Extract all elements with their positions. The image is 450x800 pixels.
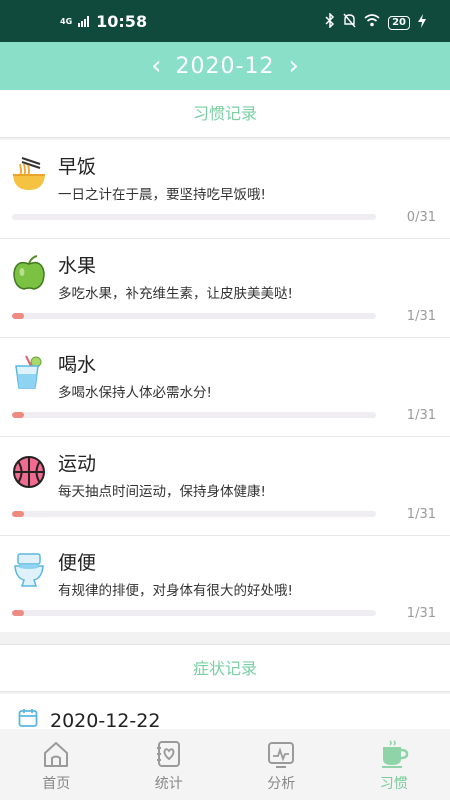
cup-icon xyxy=(381,740,409,768)
habit-description: 多吃水果，补充维生素，让皮肤美美哒! xyxy=(58,286,293,302)
habit-card-exercise[interactable]: 运动 每天抽点时间运动，保持身体健康! 1/31 xyxy=(0,437,450,536)
habit-progress-bar xyxy=(12,412,376,418)
habit-progress-bar xyxy=(12,313,376,319)
habit-progress-fill xyxy=(12,511,24,517)
bottom-tab-bar: 首页 统计 分析 习惯 xyxy=(0,729,450,800)
habit-progress-fill xyxy=(12,610,24,616)
habit-count: 1/31 xyxy=(406,309,436,324)
habit-card-bowel[interactable]: 便便 有规律的排便，对身体有很大的好处哦! 1/31 xyxy=(0,536,450,635)
mute-bell-icon xyxy=(343,13,356,32)
month-label: 2020-12 xyxy=(175,53,275,79)
habit-name: 运动 xyxy=(58,453,97,475)
habit-progress-bar xyxy=(12,610,376,616)
noodle-bowl-icon xyxy=(12,156,46,192)
tab-label: 习惯 xyxy=(379,776,408,792)
habit-card-fruit[interactable]: 水果 多吃水果，补充维生素，让皮肤美美哒! 1/31 xyxy=(0,239,450,338)
symptom-record-item[interactable]: 2020-12-22 xyxy=(0,694,450,734)
tab-label: 统计 xyxy=(154,776,183,792)
habit-description: 多喝水保持人体必需水分! xyxy=(58,385,212,401)
tab-home[interactable]: 首页 xyxy=(0,729,113,800)
wifi-icon xyxy=(364,14,380,31)
habit-description: 一日之计在于晨，要坚持吃早饭哦! xyxy=(58,187,266,203)
habit-progress-fill xyxy=(12,412,24,418)
status-bar: 4G 10:58 20 xyxy=(0,0,450,42)
status-time: 10:58 xyxy=(96,12,148,31)
habit-description: 有规律的排便，对身体有很大的好处哦! xyxy=(58,583,293,599)
next-month-button[interactable]: › xyxy=(274,46,312,86)
tab-stats[interactable]: 统计 xyxy=(113,729,226,800)
analysis-chart-icon xyxy=(268,742,295,768)
habit-description: 每天抽点时间运动，保持身体健康! xyxy=(58,484,266,500)
habit-section-title: 习惯记录 xyxy=(0,90,450,138)
charging-icon xyxy=(418,13,426,32)
habit-card-breakfast[interactable]: 早饭 一日之计在于晨，要坚持吃早饭哦! 0/31 xyxy=(0,140,450,239)
section-divider xyxy=(0,632,450,644)
stats-notebook-icon xyxy=(156,741,180,767)
tab-label: 分析 xyxy=(267,776,296,792)
habit-count: 1/31 xyxy=(406,408,436,423)
tab-label: 首页 xyxy=(42,776,71,792)
signal-icon xyxy=(78,12,90,31)
symptom-section-title: 症状记录 xyxy=(0,644,450,692)
apple-icon xyxy=(12,255,46,291)
habit-name: 早饭 xyxy=(58,156,97,178)
habit-card-water[interactable]: 喝水 多喝水保持人体必需水分! 1/31 xyxy=(0,338,450,437)
habit-name: 水果 xyxy=(58,255,97,277)
basketball-icon xyxy=(12,453,46,489)
toilet-icon xyxy=(12,552,46,588)
habit-name: 喝水 xyxy=(58,354,97,376)
tab-analysis[interactable]: 分析 xyxy=(225,729,338,800)
bluetooth-icon xyxy=(325,12,335,32)
habit-list: 早饭 一日之计在于晨，要坚持吃早饭哦! 0/31 水果 多吃水果，补充维生素，让… xyxy=(0,140,450,635)
home-icon xyxy=(44,742,69,767)
habit-progress-bar xyxy=(12,511,376,517)
network-indicator: 4G xyxy=(60,17,73,26)
tab-habits[interactable]: 习惯 xyxy=(338,729,450,800)
habit-progress-fill xyxy=(12,313,24,319)
month-header: ‹ 2020-12 › xyxy=(0,42,450,90)
habit-count: 1/31 xyxy=(406,507,436,522)
water-glass-icon xyxy=(12,354,46,390)
habit-progress-bar xyxy=(12,214,376,220)
battery-level: 20 xyxy=(388,15,410,30)
prev-month-button[interactable]: ‹ xyxy=(137,46,175,86)
habit-name: 便便 xyxy=(58,552,97,574)
habit-count: 0/31 xyxy=(406,210,436,225)
habit-count: 1/31 xyxy=(406,606,436,621)
